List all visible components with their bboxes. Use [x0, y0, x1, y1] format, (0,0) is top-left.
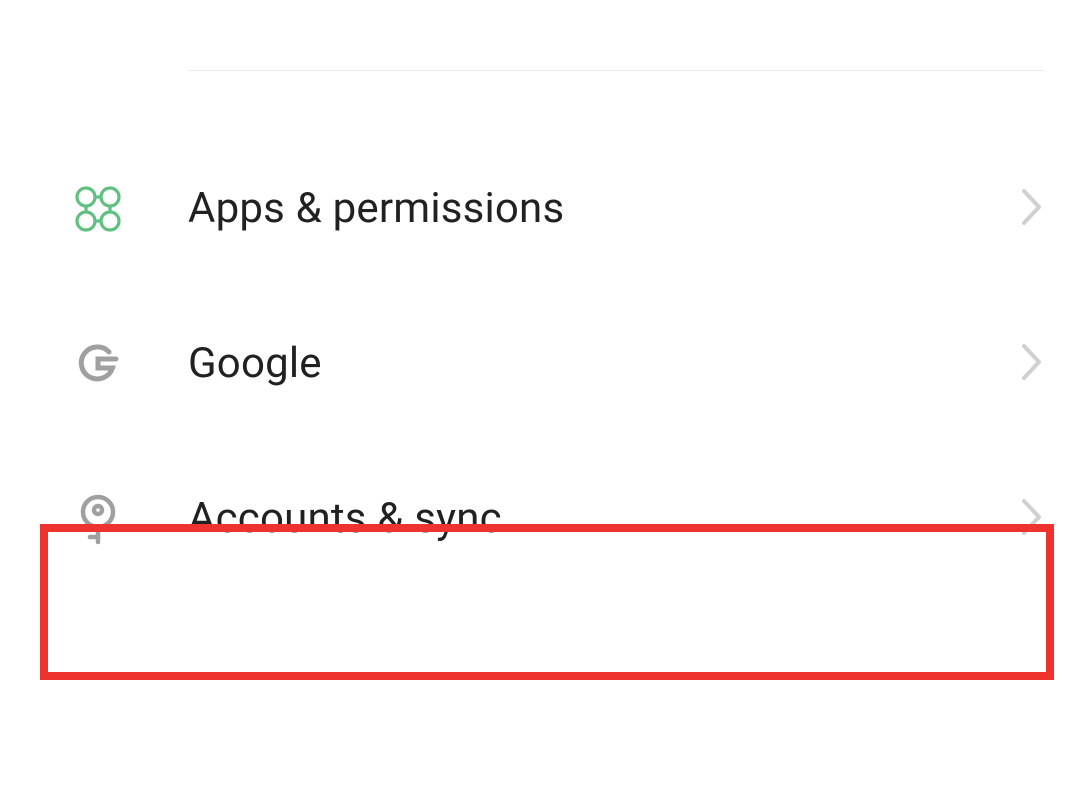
- settings-item-google[interactable]: Google: [0, 286, 1080, 441]
- key-icon: [72, 493, 124, 545]
- settings-item-apps-permissions[interactable]: Apps & permissions: [0, 131, 1080, 286]
- chevron-right-icon: [1019, 496, 1045, 542]
- settings-item-label: Apps & permissions: [188, 184, 1019, 233]
- settings-list: Apps & permissions Google: [0, 70, 1080, 596]
- apps-icon: [72, 183, 124, 235]
- google-icon: [72, 338, 124, 390]
- chevron-right-icon: [1019, 186, 1045, 232]
- section-gap: [0, 71, 1080, 131]
- settings-item-label: Google: [188, 339, 1019, 388]
- settings-item-accounts-sync[interactable]: Accounts & sync: [0, 441, 1080, 596]
- settings-item-label: Accounts & sync: [188, 494, 1019, 543]
- chevron-right-icon: [1019, 341, 1045, 387]
